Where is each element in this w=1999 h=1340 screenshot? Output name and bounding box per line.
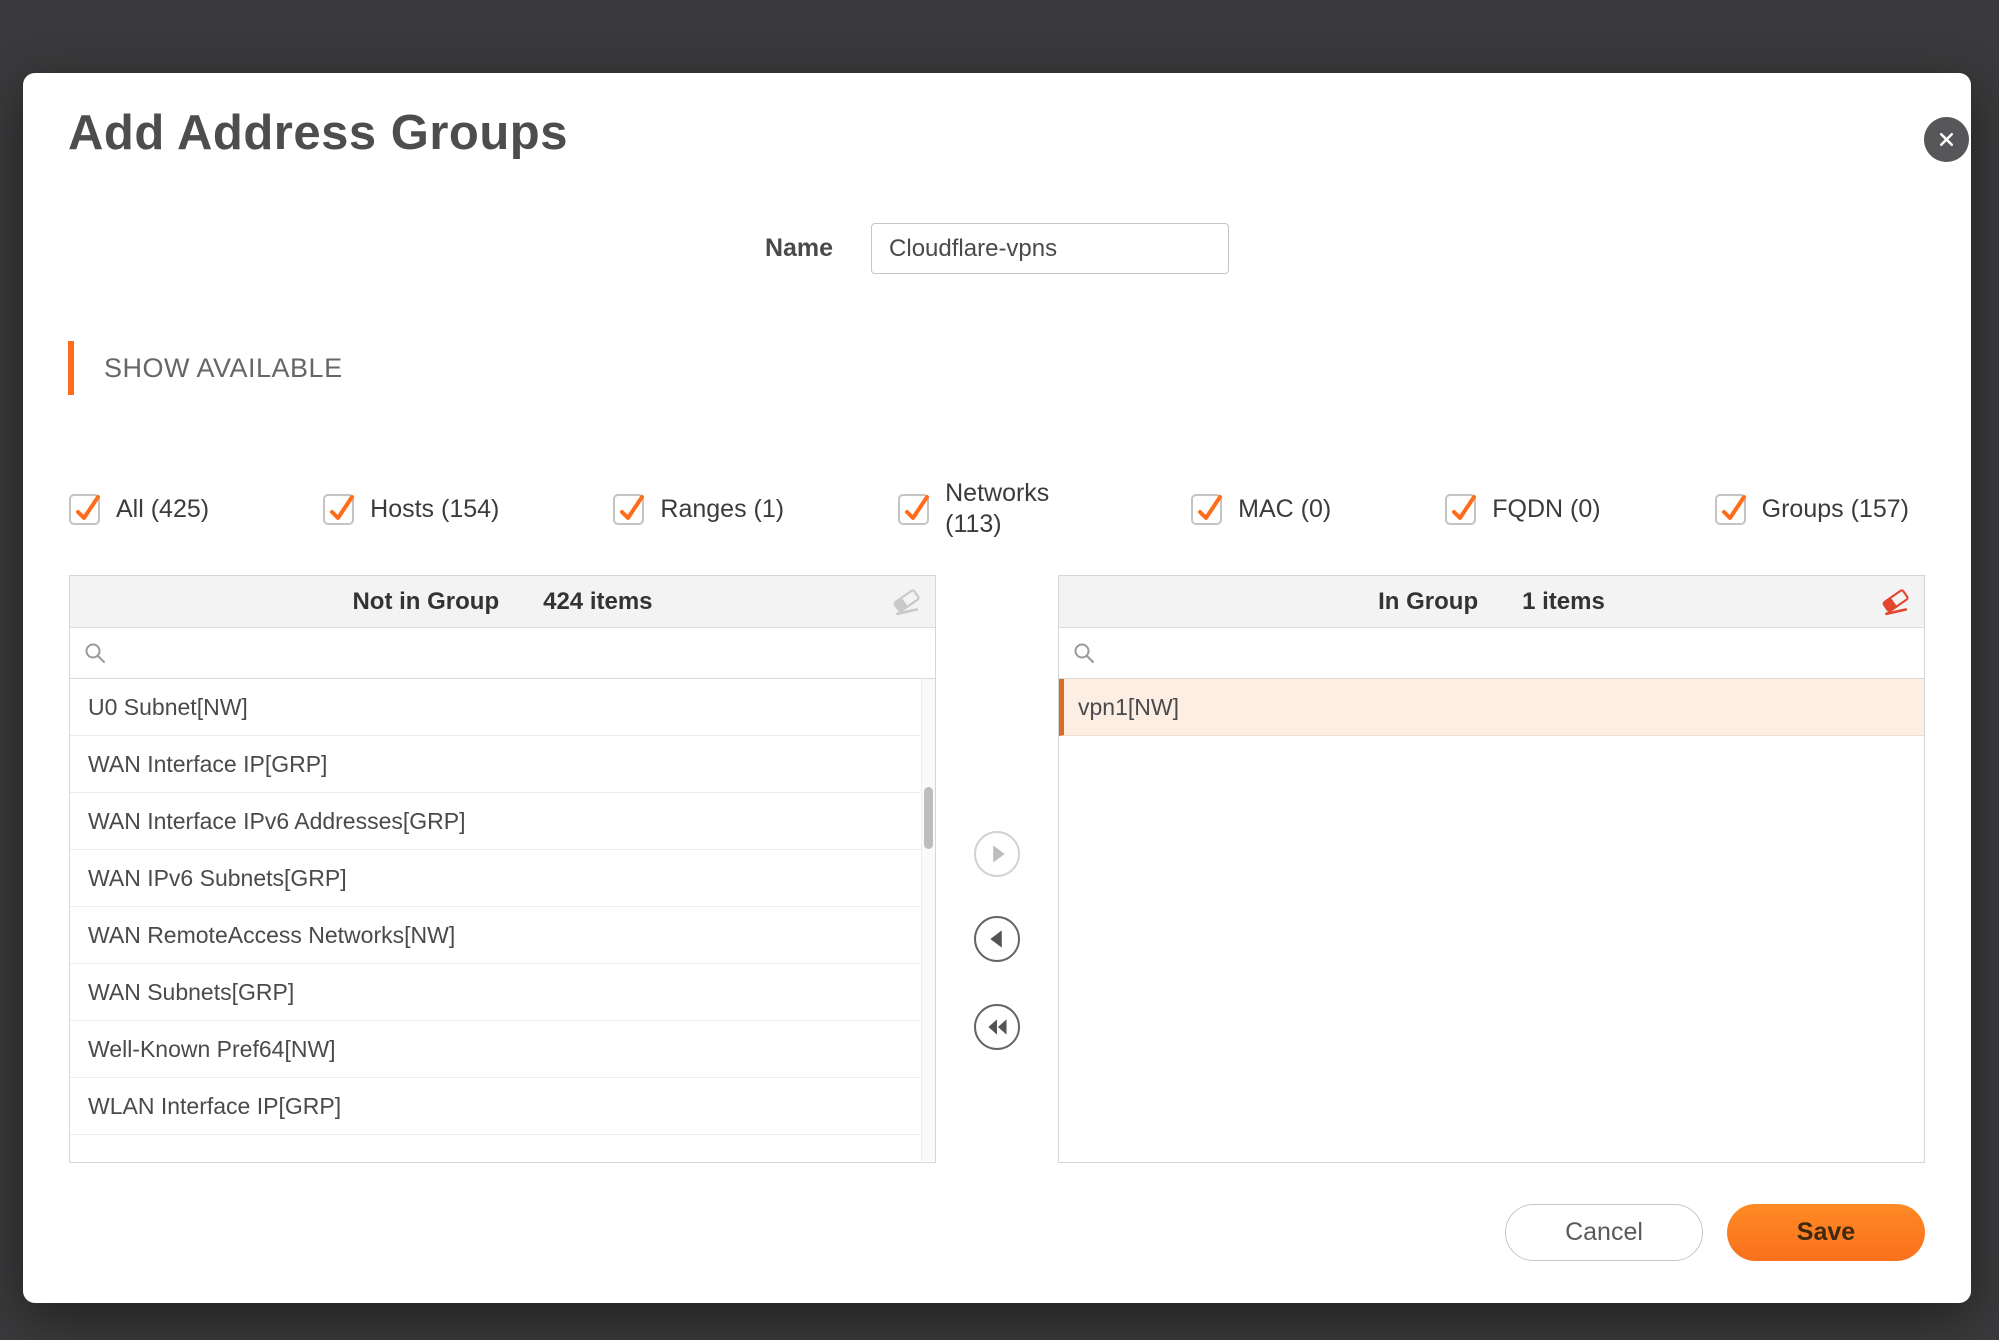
filter-row: All (425) Hosts (154) Ranges (1) Network… (69, 469, 1909, 549)
filter-checkbox-item[interactable]: All (425) (69, 493, 210, 525)
section-accent-bar (68, 341, 74, 395)
in-group-panel: In Group 1 items vpn1[NW] (1058, 575, 1925, 1163)
filter-label: Hosts (154) (370, 494, 500, 523)
transfer-controls (936, 575, 1058, 1163)
panel-title: Not in Group (352, 587, 500, 615)
move-right-button[interactable] (974, 831, 1020, 877)
cancel-button[interactable]: Cancel (1505, 1204, 1703, 1261)
filter-label: Groups (157) (1761, 494, 1909, 523)
list-item[interactable]: WAN RemoteAccess Networks[NW] (70, 907, 935, 964)
filter-checkbox-item[interactable]: Networks (113) (898, 478, 1077, 541)
dialog-footer: Cancel Save (1505, 1204, 1925, 1261)
not-in-group-search-row (70, 627, 935, 679)
filter-label: Networks (113) (945, 478, 1050, 538)
check-icon (905, 494, 930, 520)
list-item[interactable]: U0 Subnet[NW] (70, 679, 935, 736)
filter-label: Ranges (1) (660, 494, 785, 523)
double-arrow-left-icon (988, 1019, 1007, 1035)
scrollbar-track[interactable] (921, 679, 935, 1161)
list-item[interactable]: WAN Interface IP[GRP] (70, 736, 935, 793)
in-group-header: In Group 1 items (1059, 576, 1924, 628)
list-item-selected[interactable]: vpn1[NW] (1059, 679, 1924, 736)
move-left-button[interactable] (974, 916, 1020, 962)
check-icon (76, 494, 100, 520)
move-all-left-button[interactable] (974, 1004, 1020, 1050)
in-group-search-input[interactable] (1106, 627, 1911, 679)
check-icon (1721, 494, 1746, 520)
filter-checkbox-item[interactable]: MAC (0) (1191, 493, 1332, 525)
checkbox[interactable] (69, 493, 100, 525)
checkbox[interactable] (1714, 493, 1746, 525)
filter-checkbox-item[interactable]: Ranges (1) (613, 493, 785, 525)
check-icon (330, 494, 355, 520)
filter-checkbox-item[interactable]: FQDN (0) (1445, 493, 1601, 525)
checkbox[interactable] (323, 493, 355, 525)
list-item[interactable]: WLAN Interface IP[GRP] (70, 1078, 935, 1135)
search-icon (1074, 643, 1094, 663)
eraser-icon (893, 588, 920, 615)
panel-count: 424 items (543, 587, 653, 615)
name-input[interactable] (871, 223, 1230, 274)
checkbox[interactable] (1191, 493, 1223, 525)
search-icon (85, 643, 105, 663)
filter-label: MAC (0) (1238, 494, 1332, 523)
list-item[interactable]: WAN IPv6 Subnets[GRP] (70, 850, 935, 907)
panel-count: 1 items (1522, 587, 1605, 615)
check-icon (620, 494, 645, 520)
eraser-icon (1882, 588, 1909, 615)
list-item[interactable]: WAN Subnets[GRP] (70, 964, 935, 1021)
close-button[interactable] (1924, 117, 1969, 162)
checkbox[interactable] (613, 493, 645, 525)
clear-group-button[interactable] (1876, 584, 1914, 620)
transfer-panels: Not in Group 424 items U0 Subnet[NW] WAN… (69, 575, 1925, 1163)
not-in-group-header: Not in Group 424 items (70, 576, 935, 628)
check-icon (1452, 494, 1477, 520)
dialog-title: Add Address Groups (68, 106, 568, 160)
filter-label: FQDN (0) (1492, 494, 1601, 523)
add-address-groups-dialog: Add Address Groups Name SHOW AVAILABLE (23, 73, 1971, 1303)
close-icon (1939, 132, 1954, 147)
clear-selection-button[interactable] (887, 584, 925, 620)
filter-checkbox-item[interactable]: Hosts (154) (323, 493, 500, 525)
filter-checkbox-item[interactable]: Groups (157) (1714, 493, 1909, 525)
checkbox[interactable] (1445, 493, 1477, 525)
scrollbar-thumb[interactable] (924, 787, 933, 849)
filter-label: All (425) (116, 494, 210, 523)
check-icon (1198, 494, 1223, 520)
name-label: Name (764, 234, 834, 262)
not-in-group-search-input[interactable] (117, 627, 922, 679)
in-group-search-row (1059, 627, 1924, 679)
in-group-list: vpn1[NW] (1059, 679, 1924, 1162)
name-row: Name (23, 223, 1971, 274)
list-item[interactable]: Well-Known Pref64[NW] (70, 1021, 935, 1078)
save-button[interactable]: Save (1727, 1204, 1925, 1261)
not-in-group-panel: Not in Group 424 items U0 Subnet[NW] WAN… (69, 575, 936, 1163)
arrow-left-icon (990, 930, 1002, 948)
checkbox[interactable] (898, 493, 930, 525)
list-item[interactable]: WAN Interface IPv6 Addresses[GRP] (70, 793, 935, 850)
not-in-group-list: U0 Subnet[NW] WAN Interface IP[GRP] WAN … (70, 679, 935, 1162)
show-available-section: SHOW AVAILABLE (68, 341, 343, 395)
arrow-right-icon (993, 845, 1005, 863)
panel-title: In Group (1378, 587, 1479, 615)
section-title: SHOW AVAILABLE (104, 352, 343, 383)
